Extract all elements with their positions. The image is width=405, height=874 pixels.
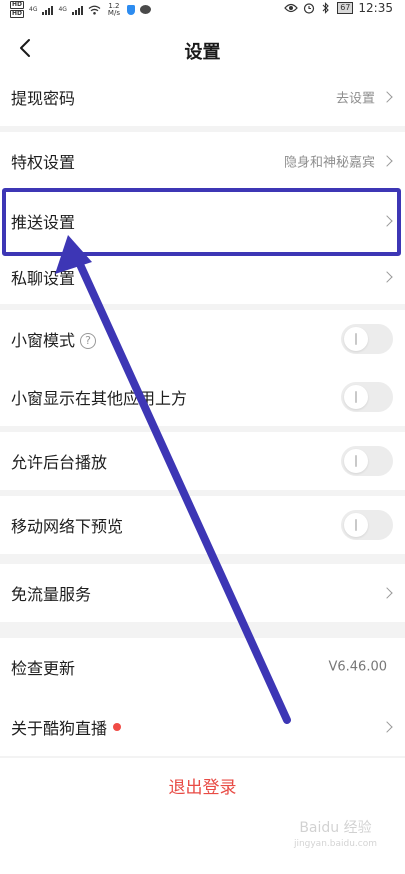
status-bar: HD HD 4G 4G 1.2 M/s 67 12:35 (0, 0, 405, 22)
chevron-right-icon (381, 91, 393, 103)
chat-notification-icon (139, 5, 151, 14)
signal-icon (71, 5, 83, 15)
background-play-toggle[interactable] (341, 446, 393, 476)
settings-row-privilege[interactable]: 特权设置 隐身和神秘嘉宾 (0, 132, 405, 190)
settings-row-about[interactable]: 关于酷狗直播 (0, 698, 405, 756)
battery-indicator: 67 (337, 2, 354, 14)
signal-icon (42, 5, 54, 15)
toggle-knob (344, 513, 368, 537)
clock: 12:35 (358, 1, 393, 15)
status-right: 67 12:35 (284, 1, 393, 15)
row-label-text: 关于酷狗直播 (11, 719, 108, 738)
network-type: 4G (58, 6, 67, 13)
settings-row-small-window: 小窗模式? (0, 310, 405, 368)
row-label: 小窗模式? (11, 327, 97, 351)
mobile-preview-toggle[interactable] (341, 510, 393, 540)
section-divider (0, 622, 405, 638)
row-label: 推送设置 (11, 213, 76, 232)
overlay-toggle[interactable] (341, 382, 393, 412)
row-label-text: 小窗模式 (11, 331, 76, 350)
settings-row-background-play: 允许后台播放 (0, 432, 405, 490)
navigation-bar: 设置 (0, 26, 405, 70)
network-type: 4G (29, 6, 38, 13)
row-label: 允许后台播放 (11, 453, 108, 472)
bluetooth-vibrate-icon (322, 2, 329, 14)
shield-icon (126, 4, 135, 15)
chevron-right-icon (381, 215, 393, 227)
settings-row-check-update[interactable]: 检查更新 V6.46.00 (0, 638, 405, 696)
section-divider (0, 554, 405, 564)
row-label: 移动网络下预览 (11, 517, 124, 536)
row-label: 免流量服务 (11, 585, 92, 604)
new-badge-dot (113, 723, 122, 731)
help-icon[interactable]: ? (80, 333, 97, 349)
settings-row-small-window-overlay: 小窗显示在其他应用上方 (0, 368, 405, 426)
hd-badge: HD (10, 10, 25, 18)
section-divider (0, 756, 405, 758)
toggle-knob (344, 327, 368, 351)
settings-row-free-data[interactable]: 免流量服务 (0, 564, 405, 622)
hd-indicators: HD HD (10, 1, 25, 18)
chevron-right-icon (381, 721, 393, 733)
eye-icon (284, 3, 299, 13)
row-label: 私聊设置 (11, 269, 76, 288)
row-value: 隐身和神秘嘉宾 (283, 155, 375, 171)
small-window-toggle[interactable] (341, 324, 393, 354)
watermark-text: Baidu 经验 (299, 820, 372, 836)
page-title: 设置 (184, 42, 221, 63)
status-left: HD HD 4G 4G 1.2 M/s (10, 1, 151, 18)
version-value: V6.46.00 (328, 659, 387, 675)
alarm-icon (304, 3, 315, 14)
settings-row-push[interactable]: 推送设置 (0, 190, 405, 252)
settings-row-mobile-preview: 移动网络下预览 (0, 496, 405, 554)
settings-row-withdraw-password[interactable]: 提现密码 去设置 (0, 68, 405, 126)
row-label: 特权设置 (11, 153, 76, 172)
row-label: 提现密码 (11, 89, 76, 108)
chevron-right-icon (381, 271, 393, 283)
toggle-knob (344, 385, 368, 409)
settings-row-private-chat[interactable]: 私聊设置 (0, 248, 405, 306)
row-label: 小窗显示在其他应用上方 (11, 389, 188, 408)
row-label: 关于酷狗直播 (11, 715, 122, 739)
row-value: 去设置 (335, 91, 375, 107)
network-speed: 1.2 M/s (107, 1, 120, 17)
watermark-url: jingyan.baidu.com (293, 839, 377, 849)
logout-button[interactable]: 退出登录 (0, 760, 405, 816)
hd-badge: HD (10, 1, 25, 9)
toggle-knob (344, 449, 368, 473)
row-label: 检查更新 (11, 659, 76, 678)
chevron-right-icon (381, 587, 393, 599)
watermark: Baidu 经验 jingyan.baidu.com (294, 820, 377, 852)
chevron-right-icon (381, 155, 393, 167)
wifi-icon (88, 5, 101, 15)
